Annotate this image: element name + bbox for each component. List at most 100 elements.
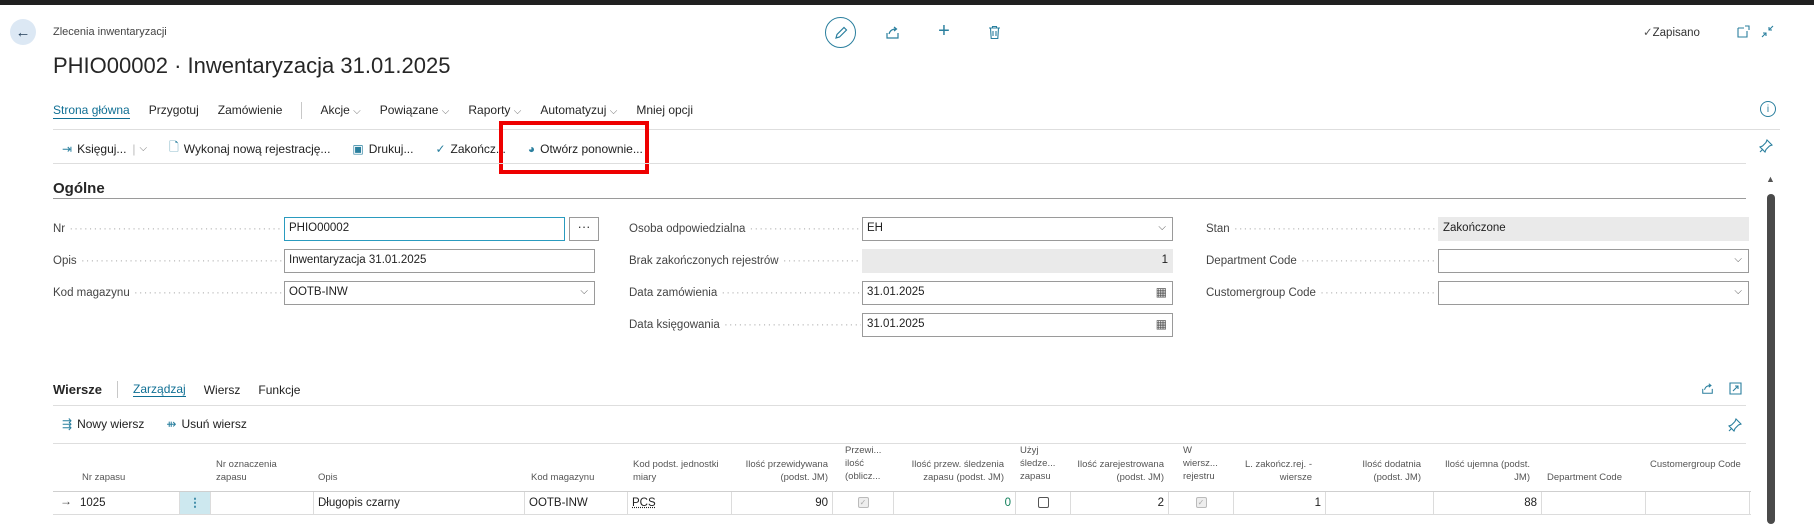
menu-actions[interactable]: Akcje ⌵ xyxy=(320,103,360,119)
cell-department-code[interactable] xyxy=(1542,492,1646,514)
responsible-person-select[interactable]: EH ⌵ xyxy=(862,217,1173,241)
finish-button[interactable]: ✓ Zakończ... xyxy=(435,142,505,156)
description-field[interactable]: Inwentaryzacja 31.01.2025 xyxy=(284,249,595,273)
calendar-icon[interactable]: ▦ xyxy=(1156,285,1167,299)
col-header-customergroup-code[interactable]: Customergroup Code xyxy=(1650,458,1742,471)
new-line-button[interactable]: ⇶ Nowy wiersz xyxy=(62,417,144,431)
tab-line[interactable]: Wiersz xyxy=(204,383,241,397)
posting-date-field[interactable]: 31.01.2025 ▦ xyxy=(862,313,1173,337)
assist-edit-button[interactable]: ··· xyxy=(569,217,599,241)
menu-separator xyxy=(301,102,302,119)
col-header-item-no[interactable]: Nr zapasu xyxy=(82,471,177,484)
window-top-bar xyxy=(0,0,1814,5)
col-header-qty-tracking[interactable]: Ilość przew. śledzenia zapasu (podst. JM… xyxy=(900,458,1004,484)
col-header-qty-recorded[interactable]: Ilość zarejestrowana (podst. JM) xyxy=(1070,458,1164,484)
no-field[interactable]: PHIO00002 xyxy=(284,217,565,241)
lines-separator xyxy=(117,381,118,398)
back-button[interactable]: ← xyxy=(10,19,36,45)
cell-description[interactable]: Długopis czarny xyxy=(314,492,525,514)
pencil-icon xyxy=(834,26,848,40)
new-registration-button[interactable]: 🗋 Wykonaj nową rejestrację... xyxy=(169,138,330,159)
department-code-label: Department Code xyxy=(1206,255,1437,267)
scroll-up-arrow-icon[interactable]: ▲ xyxy=(1766,174,1775,184)
post-icon: ⇥ xyxy=(62,142,72,156)
pin-icon xyxy=(1759,139,1773,153)
cell-qty-tracking[interactable]: 0 xyxy=(894,492,1016,514)
cell-base-uom[interactable]: PCS xyxy=(628,492,732,514)
menu-reports[interactable]: Raporty ⌵ xyxy=(468,103,521,119)
tab-functions[interactable]: Funkcje xyxy=(258,383,300,397)
col-header-negative-qty[interactable]: Ilość ujemna (podst. JM) xyxy=(1434,458,1530,484)
menu-fewer-options[interactable]: Mniej opcji xyxy=(636,103,693,119)
pin-icon xyxy=(1728,418,1742,432)
col-header-qty-calculated[interactable]: Przewi... ilość (oblicz... xyxy=(845,444,890,483)
cell-qty-recorded: 2 xyxy=(1071,492,1169,514)
col-header-location[interactable]: Kod magazynu xyxy=(531,471,626,484)
cell-use-tracking[interactable] xyxy=(1016,492,1071,514)
delete-button[interactable] xyxy=(984,22,1004,42)
plus-icon: + xyxy=(938,20,950,43)
post-button[interactable]: ⇥ Księguj... | ⌵ xyxy=(62,142,147,156)
lines-expand-button[interactable] xyxy=(1727,380,1743,396)
split-divider: | xyxy=(132,142,135,156)
col-header-department-code[interactable]: Department Code xyxy=(1547,471,1639,484)
row-actions-button[interactable]: ⋮ xyxy=(180,492,211,514)
checkbox-icon[interactable] xyxy=(1038,497,1049,508)
chevron-down-icon[interactable]: ⌵ xyxy=(140,143,148,154)
cell-location[interactable]: OOTB-INW xyxy=(525,492,628,514)
calendar-icon[interactable]: ▦ xyxy=(1156,317,1167,331)
personalize-button[interactable] xyxy=(1757,137,1775,155)
collapse-button[interactable] xyxy=(1759,23,1775,39)
new-document-icon: 🗋 xyxy=(169,138,179,159)
col-header-in-record-line[interactable]: W wiersz... rejestru xyxy=(1183,444,1228,483)
cell-in-record-line: ✓ xyxy=(1169,492,1234,514)
location-select[interactable]: OOTB-INW ⌵ xyxy=(284,281,595,305)
delete-line-icon: ⇻ xyxy=(166,417,176,431)
cell-negative-qty: 88 xyxy=(1434,492,1542,514)
share-button[interactable] xyxy=(882,22,902,42)
chevron-down-icon: ⌵ xyxy=(514,106,522,117)
menu-related[interactable]: Powiązane ⌵ xyxy=(380,103,450,119)
print-button[interactable]: ▣ Drukuj... xyxy=(352,142,413,156)
check-icon: ✓ xyxy=(1643,27,1653,39)
arrow-left-icon: ← xyxy=(16,24,31,41)
cell-qty-calculated: ✓ xyxy=(833,492,894,514)
scrollbar-thumb[interactable] xyxy=(1767,194,1775,524)
unfinished-registers-value: 1 xyxy=(862,249,1173,273)
lines-personalize-button[interactable] xyxy=(1726,416,1744,434)
col-header-finished-records[interactable]: L. zakończ.rej. - wiersze xyxy=(1240,458,1312,484)
tab-manage[interactable]: Zarządzaj xyxy=(133,382,186,397)
cell-item-no[interactable]: 1025 xyxy=(76,492,180,514)
chevron-down-icon: ⌵ xyxy=(1158,222,1166,233)
cell-customergroup-code[interactable] xyxy=(1646,492,1750,514)
edit-button[interactable] xyxy=(825,17,856,48)
cell-positive-qty xyxy=(1326,492,1434,514)
department-code-select[interactable]: ⌵ xyxy=(1438,249,1749,273)
col-header-use-tracking[interactable]: Użyj śledze... zapasu xyxy=(1020,444,1065,483)
menu-order[interactable]: Zamówienie xyxy=(218,103,283,119)
col-header-variant[interactable]: Nr oznaczenia zapasu xyxy=(216,458,296,484)
customergroup-code-select[interactable]: ⌵ xyxy=(1438,281,1749,305)
order-date-field[interactable]: 31.01.2025 ▦ xyxy=(862,281,1173,305)
chevron-down-icon: ⌵ xyxy=(610,106,618,117)
chevron-down-icon: ⌵ xyxy=(580,286,588,297)
row-divider xyxy=(53,514,1751,515)
col-header-positive-qty[interactable]: Ilość dodatnia (podst. JM) xyxy=(1345,458,1421,484)
new-button[interactable]: + xyxy=(934,21,954,41)
info-button[interactable]: i xyxy=(1760,101,1776,117)
open-new-window-button[interactable] xyxy=(1735,23,1751,39)
col-header-base-uom[interactable]: Kod podst. jednostki miary xyxy=(633,458,723,484)
menu-home[interactable]: Strona główna xyxy=(53,103,130,119)
unfinished-registers-label: Brak zakończonych rejestrów xyxy=(629,255,861,267)
checkbox-checked-disabled-icon: ✓ xyxy=(858,497,869,508)
menu-prepare[interactable]: Przygotuj xyxy=(149,103,199,119)
delete-line-button[interactable]: ⇻ Usuń wiersz xyxy=(166,417,246,431)
cell-variant[interactable] xyxy=(211,492,314,514)
cell-finished-records: 1 xyxy=(1234,492,1326,514)
col-header-qty-expected[interactable]: Ilość przewidywana (podst. JM) xyxy=(734,458,828,484)
lines-share-button[interactable] xyxy=(1699,380,1715,396)
more-vertical-icon: ⋮ xyxy=(189,497,201,509)
col-header-description[interactable]: Opis xyxy=(318,471,468,484)
cell-qty-expected: 90 xyxy=(732,492,833,514)
menu-automate[interactable]: Automatyzuj ⌵ xyxy=(540,103,617,119)
